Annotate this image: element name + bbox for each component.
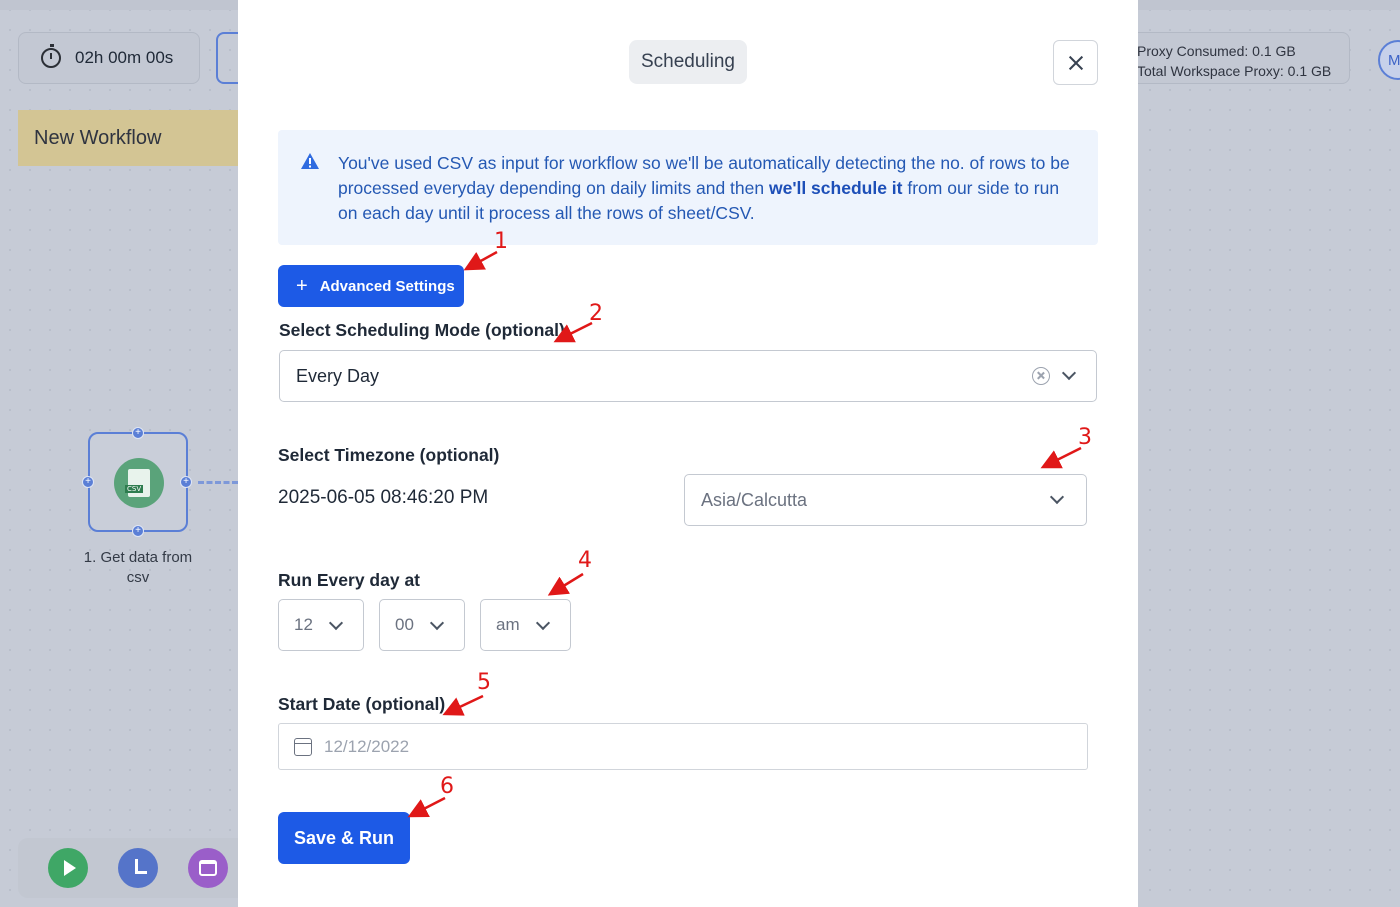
close-icon (1069, 56, 1083, 70)
hour-value: 12 (294, 615, 313, 634)
scheduling-mode-label: Select Scheduling Mode (optional) (279, 320, 565, 340)
calendar-icon (294, 737, 312, 756)
scheduling-modal: Scheduling You've used CSV as input for … (238, 0, 1138, 907)
workflow-name[interactable]: New Workflow (18, 110, 258, 166)
calendar-icon[interactable] (188, 848, 228, 888)
node-port-left[interactable]: + (82, 476, 94, 488)
close-button[interactable] (1053, 40, 1098, 85)
minute-select[interactable]: 00 (379, 599, 465, 651)
annotation-3: 3 (1078, 425, 1092, 450)
chevron-down-icon (429, 615, 445, 631)
minute-value: 00 (395, 615, 414, 634)
timer-icon (41, 44, 61, 68)
timezone-select[interactable]: Asia/Calcutta (684, 474, 1087, 526)
timer-value: 02h 00m 00s (75, 48, 174, 67)
node-port-bottom[interactable]: + (132, 525, 144, 537)
timezone-value: Asia/Calcutta (701, 489, 808, 510)
run-time-label: Run Every day at (278, 570, 420, 590)
current-datetime: 2025-06-05 08:46:20 PM (278, 487, 489, 508)
plus-icon: + (296, 275, 308, 297)
save-run-button[interactable]: Save & Run (278, 812, 410, 864)
annotation-2: 2 (589, 301, 603, 326)
csv-file-icon: CSV (114, 458, 164, 508)
start-date-label: Start Date (optional) (278, 694, 446, 714)
annotation-1: 1 (494, 229, 508, 254)
annotation-6: 6 (440, 774, 454, 799)
chevron-down-icon (535, 615, 551, 631)
advanced-settings-button[interactable]: + Advanced Settings (278, 265, 464, 307)
advanced-settings-label: Advanced Settings (319, 277, 455, 295)
start-date-input[interactable]: 12/12/2022 (278, 723, 1088, 770)
modal-title: Scheduling (629, 40, 747, 84)
info-text-bold: we'll schedule it (768, 178, 903, 198)
chevron-down-icon (1049, 489, 1065, 505)
timezone-label: Select Timezone (optional) (278, 445, 500, 465)
annotation-5: 5 (477, 670, 491, 695)
scheduling-mode-select[interactable]: Every Day (279, 350, 1097, 402)
chevron-down-icon (328, 615, 344, 631)
node-label: 1. Get data from csv (83, 549, 193, 586)
workflow-node-csv[interactable]: CSV + + + + (82, 427, 192, 537)
proxy-usage: Proxy Consumed: 0.1 GB Total Workspace P… (1130, 32, 1350, 84)
annotation-4: 4 (578, 548, 592, 573)
start-date-placeholder: 12/12/2022 (324, 736, 410, 756)
node-port-top[interactable]: + (132, 427, 144, 439)
hour-select[interactable]: 12 (278, 599, 364, 651)
scheduling-mode-value: Every Day (296, 365, 380, 386)
ampm-value: am (496, 615, 520, 634)
clear-icon[interactable] (1032, 367, 1050, 385)
node-port-right[interactable]: + (180, 476, 192, 488)
csv-badge: CSV (125, 485, 144, 493)
chevron-down-icon (1061, 365, 1077, 381)
timer-display: 02h 00m 00s (18, 32, 200, 84)
node-connector (198, 481, 238, 484)
warning-icon (301, 153, 319, 169)
play-icon[interactable] (48, 848, 88, 888)
ampm-select[interactable]: am (480, 599, 571, 651)
clock-icon[interactable] (118, 848, 158, 888)
info-alert: You've used CSV as input for workflow so… (278, 130, 1098, 245)
proxy-total: Total Workspace Proxy: 0.1 GB (1137, 63, 1332, 79)
proxy-consumed: Proxy Consumed: 0.1 GB (1137, 43, 1296, 59)
